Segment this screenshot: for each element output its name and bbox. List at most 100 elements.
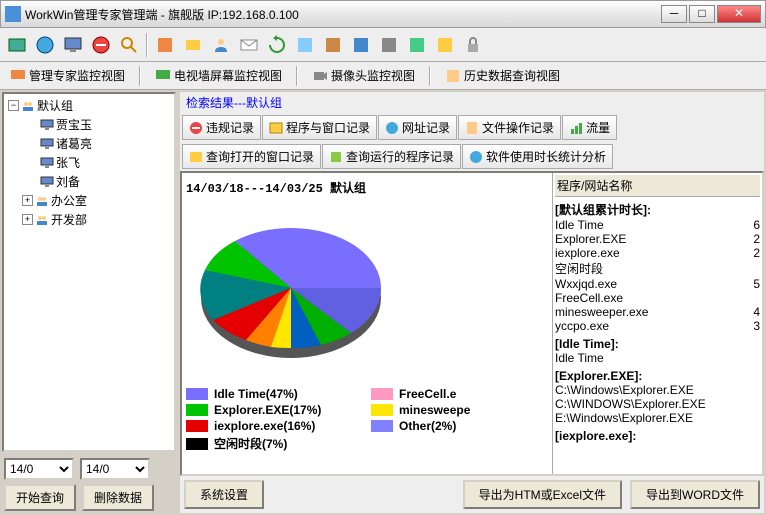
magnify-icon[interactable] [116, 32, 142, 58]
tab-file-ops[interactable]: 文件操作记录 [458, 115, 561, 140]
minimize-button[interactable]: ─ [661, 5, 687, 23]
monitor-icon[interactable] [60, 32, 86, 58]
export-excel-button[interactable]: 导出为HTM或Excel文件 [463, 480, 622, 509]
forbid-icon[interactable] [88, 32, 114, 58]
subtab-windows[interactable]: 查询打开的窗口记录 [182, 144, 321, 169]
tree-label: 开发部 [51, 211, 87, 228]
expand-icon[interactable]: + [22, 214, 33, 225]
toolbar-icon-16[interactable] [432, 32, 458, 58]
refresh-icon[interactable] [264, 32, 290, 58]
toolbar-icon-11[interactable] [292, 32, 318, 58]
legend-label: minesweepe [399, 403, 470, 417]
toolbar-icon-13[interactable] [348, 32, 374, 58]
main-toolbar [0, 28, 766, 62]
export-word-button[interactable]: 导出到WORD文件 [630, 480, 760, 509]
view-tabs: 管理专家监控视图 电视墙屏幕监控视图 摄像头监控视图 历史数据查询视图 [0, 62, 766, 90]
tree-label: 办公室 [51, 192, 87, 209]
tree-root[interactable]: − 默认组 [6, 96, 172, 115]
detail-group: [默认组累计时长]: [555, 201, 760, 218]
detail-header: 程序/网站名称 [555, 175, 760, 197]
content-panel: 检索结果---默认组 违规记录 程序与窗口记录 网址记录 文件操作记录 流量 查… [180, 92, 764, 513]
tab-program-window[interactable]: 程序与窗口记录 [262, 115, 377, 140]
detail-row: Idle Time [555, 351, 760, 365]
legend-item: Idle Time(47%) [186, 387, 363, 401]
subtab-usage-stats[interactable]: 软件使用时长统计分析 [462, 144, 613, 169]
record-tabs-row-1: 违规记录 程序与窗口记录 网址记录 文件操作记录 流量 [180, 113, 764, 142]
tab-url[interactable]: 网址记录 [378, 115, 457, 140]
detail-row: iexplore.exe2 [555, 246, 760, 260]
tree-user-2[interactable]: 诸葛亮 [6, 134, 172, 153]
detail-row: Idle Time6 [555, 218, 760, 232]
settings-button[interactable]: 系统设置 [184, 480, 264, 509]
user-icon[interactable] [208, 32, 234, 58]
chart-title: 14/03/18---14/03/25 默认组 [186, 179, 548, 196]
tree-label: 刘备 [56, 173, 80, 190]
detail-group: [Explorer.EXE]: [555, 369, 760, 383]
toolbar-icon-14[interactable] [376, 32, 402, 58]
window-title: WorkWin管理专家管理端 - 旗舰版 IP:192.168.0.100 [25, 6, 661, 23]
toolbar-icon-7[interactable] [180, 32, 206, 58]
maximize-button[interactable]: □ [689, 5, 715, 23]
view-tab-monitor[interactable]: 管理专家监控视图 [4, 65, 131, 86]
close-button[interactable]: ✕ [717, 5, 761, 23]
tree-user-3[interactable]: 张飞 [6, 153, 172, 172]
toolbar-icon-12[interactable] [320, 32, 346, 58]
separator [139, 66, 141, 86]
legend-label: Other(2%) [399, 419, 456, 433]
tree-user-4[interactable]: 刘备 [6, 172, 172, 191]
view-tab-wall[interactable]: 电视墙屏幕监控视图 [149, 65, 288, 86]
lock-icon[interactable] [460, 32, 486, 58]
detail-row: 空闲时段 [555, 260, 760, 277]
view-tab-label: 电视墙屏幕监控视图 [174, 67, 282, 84]
detail-row: minesweeper.exe4 [555, 305, 760, 319]
tree-group-dev[interactable]: + 开发部 [6, 210, 172, 229]
collapse-icon[interactable]: − [8, 100, 19, 111]
tree-label: 张飞 [56, 154, 80, 171]
toolbar-icon-1[interactable] [4, 32, 30, 58]
computer-icon [40, 137, 54, 151]
detail-list[interactable]: 程序/网站名称 [默认组累计时长]: Idle Time6 Explorer.E… [552, 173, 762, 474]
legend-item: Explorer.EXE(17%) [186, 403, 363, 417]
view-tab-label: 管理专家监控视图 [29, 67, 125, 84]
detail-row: FreeCell.exe [555, 291, 760, 305]
tree-label: 默认组 [37, 97, 73, 114]
detail-row: C:\WINDOWS\Explorer.EXE [555, 397, 760, 411]
expand-icon[interactable]: + [22, 195, 33, 206]
globe-icon[interactable] [32, 32, 58, 58]
date-from-select[interactable]: 14/0 [4, 458, 74, 480]
users-icon [35, 213, 49, 227]
view-tab-camera[interactable]: 摄像头监控视图 [306, 65, 421, 86]
query-panel: 14/0 14/0 开始查询 删除数据 [0, 454, 178, 515]
date-to-select[interactable]: 14/0 [80, 458, 150, 480]
tree-user-1[interactable]: 贾宝玉 [6, 115, 172, 134]
subtab-programs[interactable]: 查询运行的程序记录 [322, 144, 461, 169]
users-icon [35, 194, 49, 208]
legend-item: FreeCell.e [371, 387, 548, 401]
tree-group-office[interactable]: + 办公室 [6, 191, 172, 210]
legend-swatch [186, 404, 208, 416]
legend-swatch [186, 388, 208, 400]
computer-icon [40, 175, 54, 189]
legend-label: 空闲时段(7%) [214, 435, 287, 452]
legend-label: FreeCell.e [399, 387, 456, 401]
mail-icon[interactable] [236, 32, 262, 58]
view-tab-history[interactable]: 历史数据查询视图 [439, 65, 566, 86]
users-icon [21, 99, 35, 113]
detail-row: Explorer.EXE2 [555, 232, 760, 246]
tab-label: 流量 [586, 119, 610, 136]
tab-traffic[interactable]: 流量 [562, 115, 617, 140]
detail-row: yccpo.exe3 [555, 319, 760, 333]
tab-label: 程序与窗口记录 [286, 119, 370, 136]
detail-row: C:\Windows\Explorer.EXE [555, 383, 760, 397]
query-button[interactable]: 开始查询 [4, 484, 76, 511]
toolbar-icon-6[interactable] [152, 32, 178, 58]
app-icon [5, 6, 21, 22]
bottom-bar: 系统设置 导出为HTM或Excel文件 导出到WORD文件 [180, 476, 764, 513]
chart-area: 14/03/18---14/03/25 默认组 Idle Time(47%) [180, 171, 764, 476]
pie-chart [186, 208, 396, 378]
tab-violation[interactable]: 违规记录 [182, 115, 261, 140]
tree-label: 诸葛亮 [56, 135, 92, 152]
toolbar-icon-15[interactable] [404, 32, 430, 58]
delete-button[interactable]: 删除数据 [82, 484, 154, 511]
legend-item: 空闲时段(7%) [186, 435, 363, 452]
